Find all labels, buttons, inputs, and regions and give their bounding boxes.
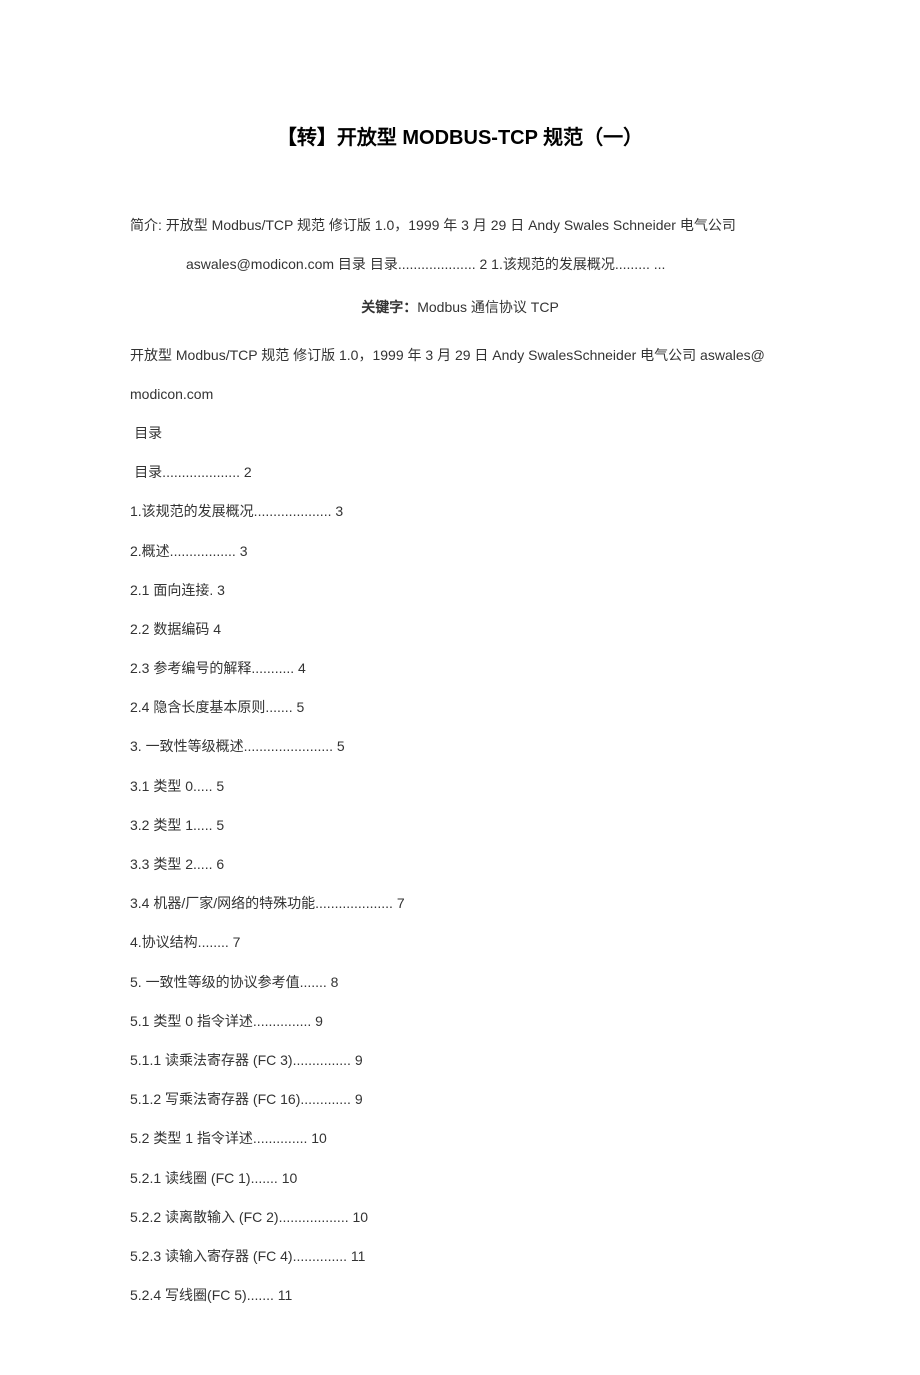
- toc-entry: 3. 一致性等级概述....................... 5: [130, 727, 790, 766]
- toc-entry: 3.1 类型 0..... 5: [130, 767, 790, 806]
- toc-entry: 2.2 数据编码 4: [130, 610, 790, 649]
- toc-entry: 5.1.1 读乘法寄存器 (FC 3)............... 9: [130, 1041, 790, 1080]
- toc-entry: 5.1.2 写乘法寄存器 (FC 16)............. 9: [130, 1080, 790, 1119]
- toc-entry: 2.概述................. 3: [130, 532, 790, 571]
- toc-entry: 5.2.2 读离散输入 (FC 2).................. 10: [130, 1198, 790, 1237]
- toc-entry: 3.4 机器/厂家/网络的特殊功能.................... 7: [130, 884, 790, 923]
- toc-entry: 5.2.3 读输入寄存器 (FC 4).............. 11: [130, 1237, 790, 1276]
- toc-entry: 5.2.1 读线圈 (FC 1)....... 10: [130, 1159, 790, 1198]
- header-line-2: modicon.com: [130, 375, 790, 414]
- toc-entry: 2.4 隐含长度基本原则....... 5: [130, 688, 790, 727]
- toc-entry: 目录: [130, 414, 790, 453]
- toc-entry: 5.1 类型 0 指令详述............... 9: [130, 1002, 790, 1041]
- toc-entry: 4.协议结构........ 7: [130, 923, 790, 962]
- header-line-1: 开放型 Modbus/TCP 规范 修订版 1.0，1999 年 3 月 29 …: [130, 336, 790, 375]
- keywords-line: 关键字：Modbus 通信协议 TCP: [130, 288, 790, 327]
- toc-entry: 5. 一致性等级的协议参考值....... 8: [130, 963, 790, 1002]
- intro-line-2: aswales@modicon.com 目录 目录...............…: [130, 245, 790, 284]
- toc-entry: 5.2 类型 1 指令详述.............. 10: [130, 1119, 790, 1158]
- toc-entry: 3.2 类型 1..... 5: [130, 806, 790, 845]
- keywords-label: 关键字：: [361, 299, 417, 315]
- page-title: 【转】开放型 MODBUS-TCP 规范（一）: [130, 110, 790, 166]
- toc-entry: 1.该规范的发展概况.................... 3: [130, 492, 790, 531]
- toc-entry: 5.2.4 写线圈(FC 5)....... 11: [130, 1276, 790, 1315]
- keywords-value: Modbus 通信协议 TCP: [417, 299, 559, 315]
- toc-entry: 2.3 参考编号的解释........... 4: [130, 649, 790, 688]
- toc-entry: 目录.................... 2: [130, 453, 790, 492]
- intro-line-1: 简介: 开放型 Modbus/TCP 规范 修订版 1.0，1999 年 3 月…: [130, 206, 790, 245]
- toc-entry: 3.3 类型 2..... 6: [130, 845, 790, 884]
- toc-entry: 2.1 面向连接. 3: [130, 571, 790, 610]
- document-page: 【转】开放型 MODBUS-TCP 规范（一） 简介: 开放型 Modbus/T…: [0, 0, 920, 1375]
- intro-block: 简介: 开放型 Modbus/TCP 规范 修订版 1.0，1999 年 3 月…: [130, 206, 790, 284]
